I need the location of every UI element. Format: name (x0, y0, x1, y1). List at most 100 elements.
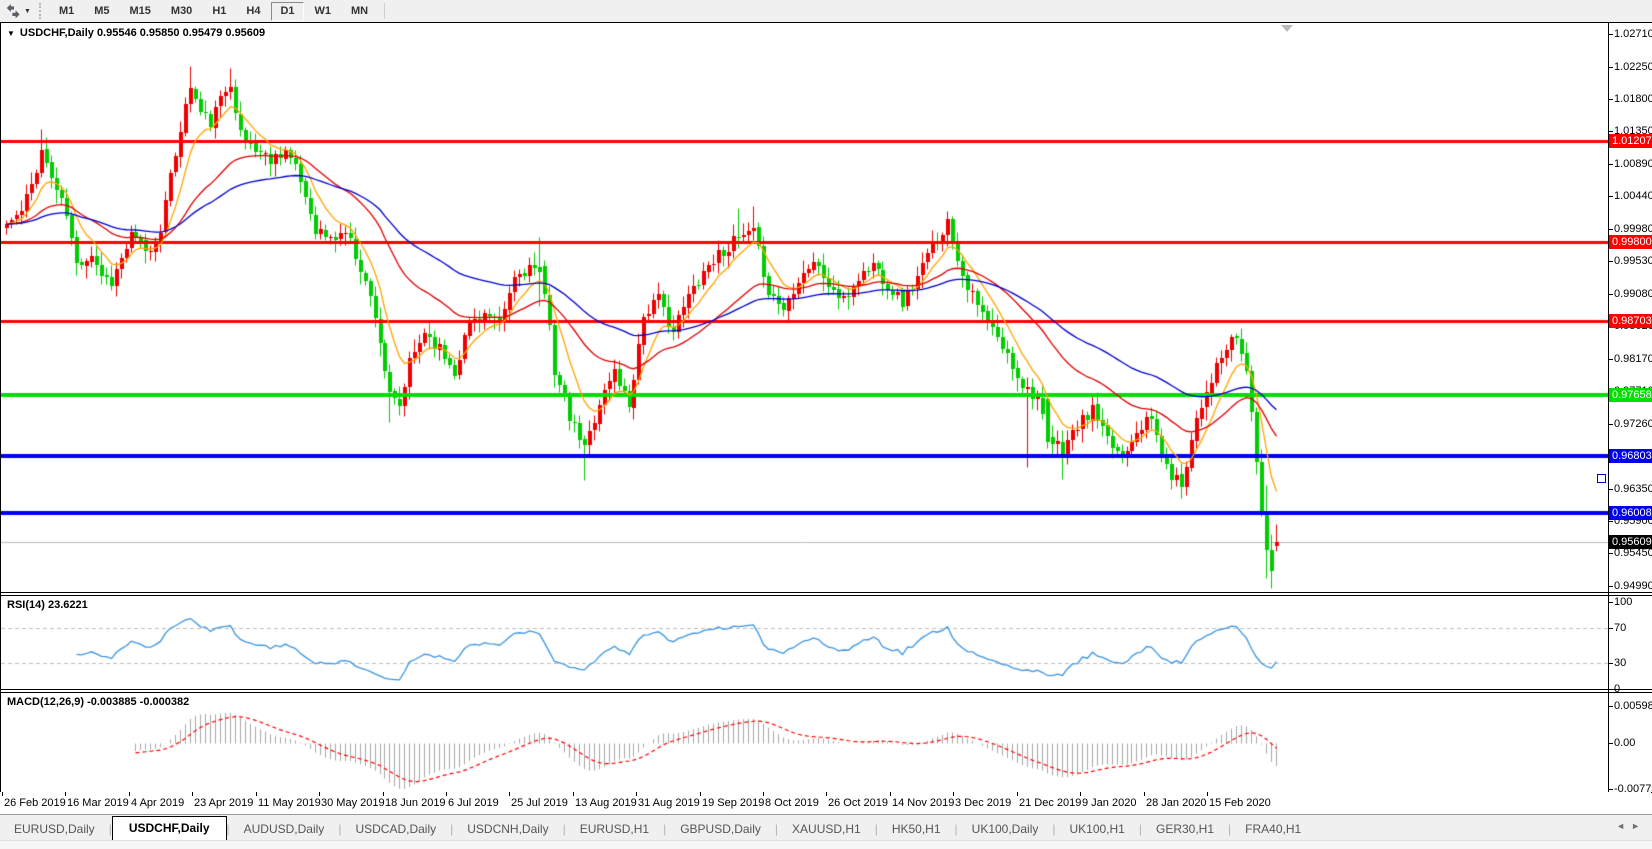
chart-tab-usdcad-daily[interactable]: USDCAD,Daily (341, 818, 450, 841)
axis-tick (1609, 663, 1613, 664)
timeframes-button[interactable]: ▼ (0, 1, 37, 21)
price-chart-canvas[interactable] (1, 24, 1608, 592)
date-tick-label: 3 Dec 2019 (955, 797, 1011, 809)
chart-tab-usdchf-daily[interactable]: USDCHF,Daily (112, 816, 227, 841)
symbol-dropdown-icon[interactable]: ▼ (7, 29, 15, 38)
scroll-left-icon[interactable]: ◄ (1616, 821, 1631, 831)
current-price-label: 0.95609 (1609, 535, 1652, 549)
date-tick (192, 792, 193, 796)
date-tick-label: 28 Jan 2020 (1146, 797, 1207, 809)
panel-splitter[interactable] (1, 592, 1652, 593)
timeframe-button-m5[interactable]: M5 (85, 2, 118, 21)
rsi-label: RSI(14) 23.6221 (7, 599, 88, 611)
axis-tick (1609, 229, 1613, 230)
rsi-panel-canvas[interactable] (1, 596, 1608, 689)
chart-tab-audusd-daily[interactable]: AUDUSD,Daily (230, 818, 339, 841)
rsi-axis[interactable]: 10070300 (1609, 596, 1652, 689)
terminal-window: ▼ M1M5M15M30H1H4D1W1MN ▼ USDCHF,Daily 0.9… (0, 0, 1652, 849)
axis-tick (1609, 743, 1613, 744)
level-price-label: 0.97658 (1609, 388, 1652, 402)
timeframe-button-m15[interactable]: M15 (121, 2, 160, 21)
date-tick-label: 16 Mar 2019 (67, 797, 129, 809)
timeframe-button-d1[interactable]: D1 (271, 2, 303, 21)
macd-axis[interactable]: 0.0059860.00-0.007737 (1609, 693, 1652, 791)
panel-splitter[interactable] (1, 689, 1652, 690)
chart-tab-gbpusd-daily[interactable]: GBPUSD,Daily (666, 818, 775, 841)
axis-tick (1609, 294, 1613, 295)
date-tick (763, 792, 764, 796)
date-tick (953, 792, 954, 796)
timeframe-button-m30[interactable]: M30 (162, 2, 201, 21)
chart-tab-fra40-h1[interactable]: FRA40,H1 (1231, 818, 1315, 841)
date-tick-label: 25 Jul 2019 (511, 797, 568, 809)
date-axis[interactable]: 26 Feb 201916 Mar 20194 Apr 201923 Apr 2… (0, 792, 1651, 814)
chart-window: ▼ USDCHF,Daily 0.95546 0.95850 0.95479 0.… (0, 22, 1652, 815)
price-axis[interactable]: 1.027101.022501.018001.013501.008901.004… (1609, 24, 1652, 592)
date-tick-label: 6 Jul 2019 (448, 797, 499, 809)
date-tick-label: 30 May 2019 (321, 797, 385, 809)
chart-ohlc-text: USDCHF,Daily 0.95546 0.95850 0.95479 0.9… (20, 27, 265, 39)
chart-title: ▼ USDCHF,Daily 0.95546 0.95850 0.95479 0.… (7, 27, 265, 39)
date-tick-label: 31 Aug 2019 (638, 797, 700, 809)
chart-tab-eurusd-h1[interactable]: EURUSD,H1 (566, 818, 663, 841)
chart-tab-hk50-h1[interactable]: HK50,H1 (878, 818, 955, 841)
price-tick-label: 0.99980 (1614, 223, 1652, 235)
date-tick-label: 13 Aug 2019 (575, 797, 637, 809)
date-tick-label: 18 Jun 2019 (385, 797, 446, 809)
axis-tick (1609, 34, 1613, 35)
chart-tab-uk100-daily[interactable]: UK100,Daily (958, 818, 1053, 841)
date-tick (636, 792, 637, 796)
level-price-label: 0.96803 (1609, 449, 1652, 463)
toolbar-separator (384, 3, 385, 19)
timeframe-button-m1[interactable]: M1 (50, 2, 83, 21)
timeframe-button-mn[interactable]: MN (342, 2, 377, 21)
date-tick (890, 792, 891, 796)
date-tick (129, 792, 130, 796)
price-tick-label: 1.01800 (1614, 93, 1652, 105)
axis-tick (1609, 164, 1613, 165)
toolbar-grip[interactable] (39, 3, 44, 19)
axis-tick (1609, 689, 1613, 690)
line-handle[interactable] (1597, 474, 1606, 483)
tab-scroll-arrows: ◄► (1616, 821, 1646, 831)
price-tick-label: 1.02710 (1614, 28, 1652, 40)
chart-tab-eurusd-daily[interactable]: EURUSD,Daily (0, 818, 109, 841)
level-price-label: 0.98703 (1609, 314, 1652, 328)
dropdown-caret-icon: ▼ (24, 8, 31, 15)
date-tick-label: 9 Jan 2020 (1082, 797, 1136, 809)
price-tick-label: 0.99530 (1614, 255, 1652, 267)
timeframe-button-h1[interactable]: H1 (203, 2, 235, 21)
scroll-right-icon[interactable]: ► (1631, 821, 1646, 831)
price-tick-label: 0.98170 (1614, 353, 1652, 365)
axis-tick (1609, 706, 1613, 707)
timeframe-button-w1[interactable]: W1 (306, 2, 341, 21)
macd-tick-label: 0.005986 (1614, 700, 1652, 712)
date-tick-label: 8 Oct 2019 (765, 797, 819, 809)
timeframe-buttons: M1M5M15M30H1H4D1W1MN (49, 2, 378, 21)
date-tick (383, 792, 384, 796)
chart-tab-usdcnh-daily[interactable]: USDCNH,Daily (453, 818, 562, 841)
axis-tick (1609, 521, 1613, 522)
chart-tab-xauusd-h1[interactable]: XAUUSD,H1 (778, 818, 875, 841)
rsi-tick-label: 30 (1614, 657, 1626, 669)
chart-tab-ger30-h1[interactable]: GER30,H1 (1142, 818, 1228, 841)
shift-marker-icon[interactable] (1281, 25, 1293, 32)
macd-label: MACD(12,26,9) -0.003885 -0.000382 (7, 696, 189, 708)
date-tick (573, 792, 574, 796)
axis-tick (1609, 628, 1613, 629)
date-tick-label: 15 Feb 2020 (1209, 797, 1271, 809)
axis-tick (1609, 586, 1613, 587)
chart-tab-uk100-h1[interactable]: UK100,H1 (1055, 818, 1138, 841)
price-tick-label: 0.94990 (1614, 580, 1652, 592)
rsi-tick-label: 70 (1614, 622, 1626, 634)
timeframe-button-h4[interactable]: H4 (237, 2, 269, 21)
date-tick (1080, 792, 1081, 796)
date-tick-label: 26 Oct 2019 (828, 797, 888, 809)
date-tick-label: 11 May 2019 (258, 797, 321, 809)
macd-panel-canvas[interactable] (1, 693, 1608, 791)
axis-tick (1609, 131, 1613, 132)
date-tick (446, 792, 447, 796)
axis-tick (1609, 553, 1613, 554)
axis-tick (1609, 67, 1613, 68)
level-price-label: 1.01207 (1609, 134, 1652, 148)
